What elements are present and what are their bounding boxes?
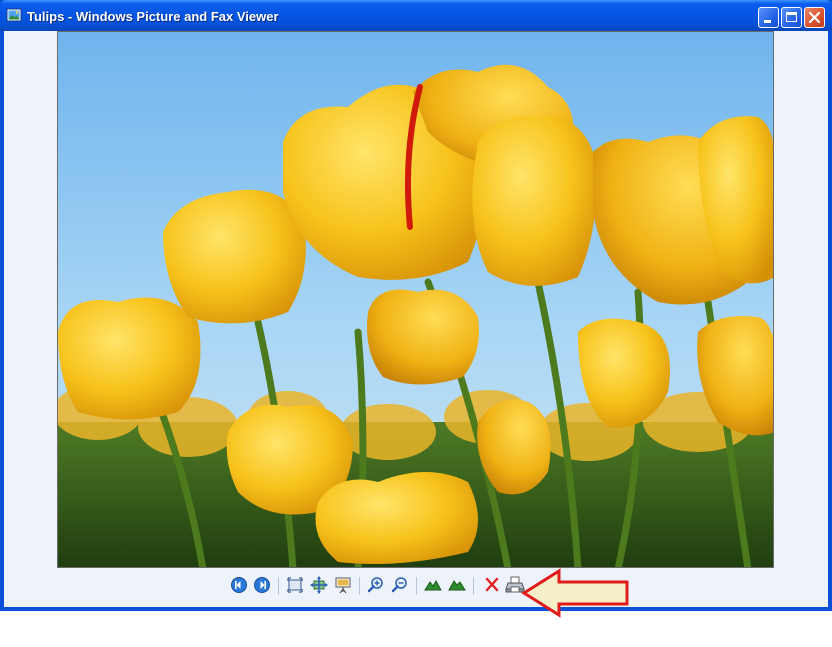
delete-icon — [485, 577, 499, 592]
delete-button[interactable] — [481, 574, 503, 596]
toolbar-separator — [278, 577, 279, 595]
rotate-counterclockwise-icon — [448, 580, 466, 591]
tulips-photo — [58, 32, 773, 567]
maximize-button[interactable] — [781, 7, 802, 28]
slideshow-icon — [335, 577, 351, 594]
close-button[interactable] — [804, 7, 825, 28]
zoom-out-icon — [391, 577, 407, 593]
best-fit-icon — [287, 577, 303, 593]
displayed-image — [57, 31, 774, 568]
zoom-in-button[interactable] — [365, 574, 387, 596]
minimize-button[interactable] — [758, 7, 779, 28]
toolbar-separator — [473, 577, 474, 595]
maximize-icon — [786, 12, 797, 22]
zoom-in-icon — [367, 577, 383, 593]
close-icon — [808, 11, 821, 24]
toolbar-separator — [416, 577, 417, 595]
toolbar-separator — [359, 577, 360, 595]
previous-image-button[interactable] — [228, 574, 250, 596]
rotate-clockwise-icon — [424, 580, 442, 591]
rotate-clockwise-button[interactable] — [422, 574, 444, 596]
actual-size-icon — [310, 576, 328, 594]
previous-icon — [231, 577, 247, 593]
title-bar[interactable]: Tulips - Windows Picture and Fax Viewer — [0, 0, 832, 31]
best-fit-button[interactable] — [284, 574, 306, 596]
next-image-button[interactable] — [251, 574, 273, 596]
picture-viewer-window: Tulips - Windows Picture and Fax Viewer — [0, 0, 832, 611]
next-icon — [254, 577, 270, 593]
rotate-counterclockwise-button[interactable] — [446, 574, 468, 596]
slideshow-button[interactable] — [332, 574, 354, 596]
picture-viewer-icon — [6, 8, 22, 22]
zoom-out-button[interactable] — [389, 574, 411, 596]
callout-arrow-pointing-at-print — [521, 568, 629, 618]
minimize-icon — [764, 20, 771, 23]
actual-size-button[interactable] — [308, 574, 330, 596]
viewer-client-area — [4, 31, 828, 607]
window-title: Tulips - Windows Picture and Fax Viewer — [27, 9, 279, 24]
